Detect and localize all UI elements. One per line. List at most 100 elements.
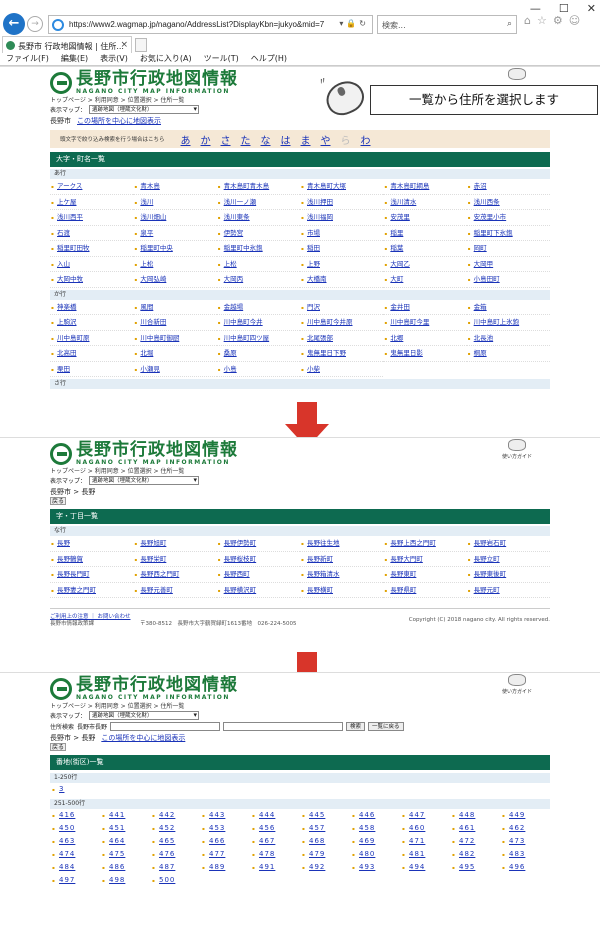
gear-icon[interactable]: ⚙	[553, 14, 563, 27]
list-item[interactable]: 稲里	[383, 226, 467, 241]
list-item[interactable]: 北高田	[50, 346, 134, 362]
list-item[interactable]: 泉平	[133, 226, 217, 241]
list-item[interactable]: 上松	[216, 257, 300, 272]
list-item[interactable]: 小島	[216, 362, 300, 377]
list-item[interactable]: 浅川東条	[216, 210, 300, 226]
list-item[interactable]: 桐原	[466, 346, 550, 362]
list-item[interactable]: 480	[350, 848, 400, 861]
list-item[interactable]: 462	[500, 822, 550, 835]
list-item[interactable]: 442	[150, 809, 200, 822]
kana-sa[interactable]: さ	[221, 132, 231, 147]
list-item[interactable]: 長野新町	[300, 552, 384, 567]
list-item[interactable]: 453	[200, 822, 250, 835]
list-item[interactable]: 青木島町大塚	[300, 179, 384, 195]
list-item[interactable]: 金箱	[466, 300, 550, 315]
list-item[interactable]: 川中島町四ツ屋	[216, 331, 300, 346]
list-item[interactable]: 大岡乙	[383, 257, 467, 272]
list-item[interactable]: 500	[150, 874, 200, 887]
list-item[interactable]: 481	[400, 848, 450, 861]
forward-arrow-icon[interactable]: →	[27, 16, 43, 32]
list-item[interactable]: 稲里町中央	[133, 241, 217, 257]
list-item[interactable]: 稲田	[300, 241, 384, 257]
list-item[interactable]: 477	[200, 848, 250, 861]
list-item[interactable]: 川合新田	[133, 315, 217, 331]
list-item[interactable]: 石渡	[50, 226, 134, 241]
list-item[interactable]: 長野旭町	[133, 536, 217, 552]
list-item[interactable]: 入山	[50, 257, 134, 272]
list-item[interactable]: 岡町	[466, 241, 550, 257]
list-item[interactable]: 492	[300, 861, 350, 874]
list-item[interactable]: 461	[450, 822, 500, 835]
list-item[interactable]: 川中島町上氷鉋	[466, 315, 550, 331]
list-item[interactable]: 安茂里小市	[466, 210, 550, 226]
list-item[interactable]: 稲葉	[383, 241, 467, 257]
list-item[interactable]: 大岡中牧	[50, 272, 134, 288]
list-item[interactable]: 浅川	[133, 195, 217, 210]
list-item[interactable]: 長野横町	[300, 583, 384, 598]
list-item[interactable]: 上野	[300, 257, 384, 272]
list-item[interactable]: 493	[350, 861, 400, 874]
list-item[interactable]: 大岡弘崎	[133, 272, 217, 288]
list-item[interactable]: 463	[50, 835, 100, 848]
list-item[interactable]: 長野西之門町	[133, 567, 217, 583]
address-search-input-2[interactable]	[223, 722, 344, 731]
center-map-link[interactable]: この場所を中心に地図表示	[77, 116, 161, 126]
list-item[interactable]: 444	[250, 809, 300, 822]
site-logo[interactable]: 長野市行政地図情報 NAGANO CITY MAP INFORMATION	[50, 442, 238, 466]
list-item[interactable]: 長野妻之門町	[50, 583, 134, 598]
list-item[interactable]: 北尾張部	[300, 331, 384, 346]
list-item[interactable]: 446	[350, 809, 400, 822]
list-item[interactable]: 稲里町下氷鉋	[466, 226, 550, 241]
list-item[interactable]: 475	[100, 848, 150, 861]
list-item[interactable]: 小瀬見	[133, 362, 217, 377]
list-item[interactable]: 460	[400, 822, 450, 835]
list-item[interactable]: 496	[500, 861, 550, 874]
list-item[interactable]: 北長池	[466, 331, 550, 346]
kana-wa[interactable]: わ	[361, 132, 371, 147]
home-icon[interactable]: ⌂	[524, 14, 531, 27]
list-item[interactable]: 川中島町今井	[216, 315, 300, 331]
list-item[interactable]: 484	[50, 861, 100, 874]
list-item[interactable]: 安茂里	[383, 210, 467, 226]
list-item[interactable]: 447	[400, 809, 450, 822]
list-item[interactable]: 風間	[133, 300, 217, 315]
list-item[interactable]: 大橋南	[300, 272, 384, 288]
list-item[interactable]: 小柴	[300, 362, 384, 377]
list-item[interactable]: 長野岩石町	[466, 536, 550, 552]
list-item[interactable]: アークス	[50, 179, 134, 195]
menu-view[interactable]: 表示(V)	[100, 53, 128, 66]
list-item[interactable]: 498	[100, 874, 150, 887]
kana-ya[interactable]: や	[321, 132, 331, 147]
lock-refresh-icon[interactable]: ▾🔒↻	[339, 19, 369, 28]
list-item[interactable]: 467	[250, 835, 300, 848]
list-item[interactable]: 3	[50, 783, 100, 796]
list-item[interactable]: 鬼無里日影	[383, 346, 467, 362]
menu-tools[interactable]: ツール(T)	[204, 53, 239, 66]
list-item[interactable]: 長野箱清水	[300, 567, 384, 583]
browser-tab[interactable]: 長野市 行政地図情報 | 住所... ×	[2, 36, 132, 53]
kana-ma[interactable]: ま	[301, 132, 311, 147]
list-item[interactable]: 443	[200, 809, 250, 822]
list-item[interactable]: 473	[500, 835, 550, 848]
list-item[interactable]: 464	[100, 835, 150, 848]
list-item[interactable]: 長野元善町	[133, 583, 217, 598]
list-item[interactable]: 上松	[133, 257, 217, 272]
list-item[interactable]: 長野県町	[383, 583, 467, 598]
list-item[interactable]: 478	[250, 848, 300, 861]
list-item[interactable]: 483	[500, 848, 550, 861]
list-item[interactable]: 長野上西之門町	[383, 536, 467, 552]
list-item[interactable]: 長野鶴賀	[50, 552, 134, 567]
list-item[interactable]: 長野西町	[216, 567, 300, 583]
usage-guide-button[interactable]: 使い方ガイド	[496, 674, 538, 700]
list-item[interactable]: 458	[350, 822, 400, 835]
kana-na[interactable]: な	[261, 132, 271, 147]
map-select[interactable]: 遺跡地図（埋蔵文化財）	[89, 711, 200, 720]
center-map-link[interactable]: この場所を中心に地図表示	[101, 733, 185, 743]
search-button[interactable]: 検索	[346, 722, 366, 731]
menu-help[interactable]: ヘルプ(H)	[251, 53, 287, 66]
back-button[interactable]: 戻る	[50, 743, 66, 751]
list-item[interactable]: 469	[350, 835, 400, 848]
list-item[interactable]: 465	[150, 835, 200, 848]
list-item[interactable]: 長野元町	[466, 583, 550, 598]
list-item[interactable]: 浅川福岡	[300, 210, 384, 226]
